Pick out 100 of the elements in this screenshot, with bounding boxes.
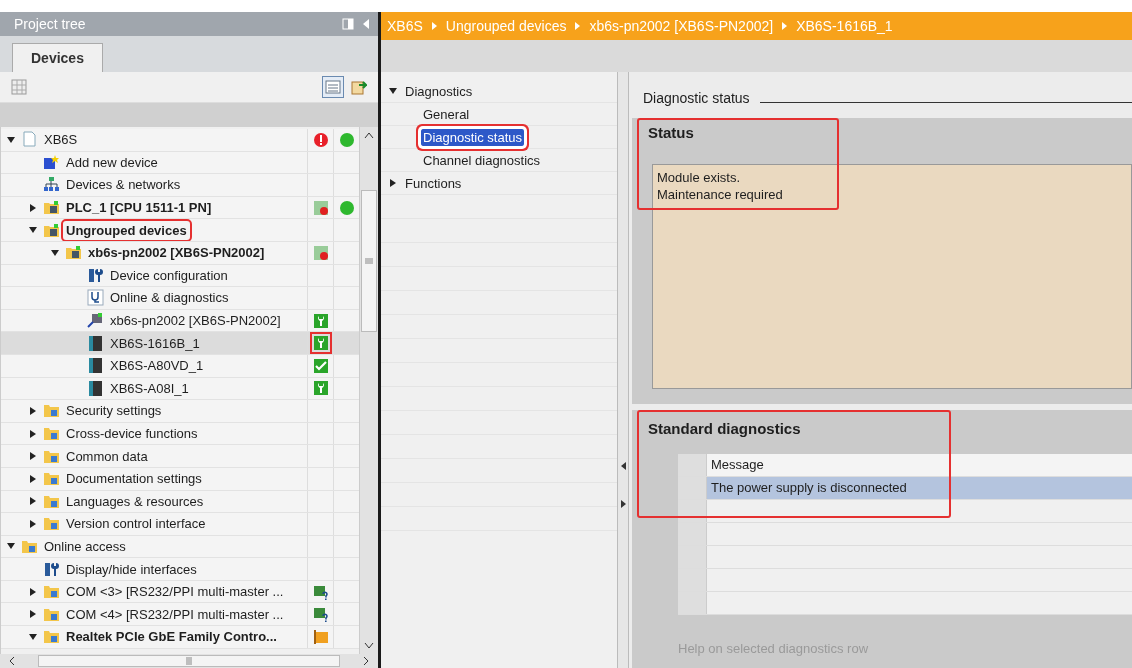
collapsed-arrow-icon[interactable] (29, 203, 37, 212)
tree-item[interactable]: COM <4> [RS232/PPI multi-master ... (1, 603, 359, 627)
scroll-left-icon (8, 656, 16, 666)
collapsed-arrow-icon[interactable] (29, 587, 37, 596)
tree-item-label: Common data (65, 447, 149, 465)
tree-item-label: XB6S (43, 131, 79, 149)
tree-item[interactable]: Display/hide interfaces (1, 558, 359, 581)
device-folder-icon (43, 221, 60, 239)
breadcrumb-arrow-icon (430, 22, 438, 30)
tree-item[interactable]: Online access (1, 535, 359, 559)
panel-heading: Standard diagnostics (648, 420, 802, 439)
tree-item[interactable]: Languages & resources (1, 490, 359, 514)
tree-item-label: Device configuration (109, 266, 229, 284)
fault-icon (312, 199, 329, 216)
table-grid-icon (10, 78, 28, 96)
tree-item[interactable]: XB6S-A08I_1 (1, 377, 359, 401)
tree-item-label: Realtek PCIe GbE Family Contro... (65, 628, 278, 646)
nav-item[interactable]: Diagnostics (403, 82, 475, 100)
expanded-arrow-icon[interactable] (389, 87, 397, 95)
horizontal-scrollbar[interactable] (0, 654, 378, 668)
module-icon (87, 379, 104, 397)
collapsed-arrow-icon[interactable] (389, 179, 397, 187)
device-star-icon (43, 153, 60, 171)
tree-item[interactable]: Common data (1, 445, 359, 468)
tree-item[interactable]: Documentation settings (1, 467, 359, 491)
collapsed-arrow-icon[interactable] (29, 406, 37, 415)
collapsed-arrow-icon[interactable] (29, 519, 37, 528)
status-text: Module exists. (657, 169, 742, 186)
tree-item-label: COM <3> [RS232/PPI multi-master ... (65, 583, 285, 601)
expanded-arrow-icon[interactable] (51, 248, 59, 257)
tree-item-label: Documentation settings (65, 470, 203, 488)
folder-icon (43, 628, 60, 646)
tree-item[interactable]: XB6S-A80VD_1 (1, 354, 359, 378)
nav-item[interactable]: General (421, 105, 472, 123)
expanded-arrow-icon[interactable] (29, 632, 37, 641)
tree-item[interactable]: Ungrouped devices (1, 219, 359, 242)
tree-item[interactable]: XB6S (1, 129, 359, 152)
splitter-handle[interactable] (617, 72, 629, 668)
breadcrumb-arrow-icon (574, 22, 582, 30)
expanded-arrow-icon[interactable] (7, 135, 15, 144)
stethoscope-icon (87, 289, 104, 307)
collapsed-arrow-icon[interactable] (29, 429, 37, 438)
expanded-arrow-icon[interactable] (7, 542, 15, 551)
tab[interactable]: Devices (12, 43, 103, 72)
grip-icon (365, 257, 373, 264)
tree-item[interactable]: PLC_1 [CPU 1511-1 PN] (1, 196, 359, 220)
folder-icon (43, 583, 60, 601)
tree-item[interactable]: xb6s-pn2002 [XB6S-PN2002] (1, 309, 359, 333)
station-icon (87, 312, 104, 330)
tree-item-label: COM <4> [RS232/PPI multi-master ... (65, 605, 285, 623)
list-view-icon (325, 79, 341, 95)
tree-item[interactable]: Add new device (1, 151, 359, 175)
tree-item-label: XB6S-1616B_1 (109, 334, 201, 352)
document-icon (21, 131, 38, 149)
tree-item-label: XB6S-A08I_1 (109, 379, 190, 397)
error-icon (312, 131, 329, 148)
tree-item-label: Ungrouped devices (64, 221, 189, 239)
network-card-icon (312, 583, 329, 600)
device-folder-icon (43, 199, 60, 217)
network-card-icon (312, 606, 329, 623)
grip-icon (186, 657, 192, 665)
folder-icon (43, 515, 60, 533)
tree-item[interactable]: Security settings (1, 400, 359, 423)
expanded-arrow-icon[interactable] (29, 226, 37, 235)
folder-icon (43, 402, 60, 420)
tree-item-label: Security settings (65, 402, 163, 420)
tree-item[interactable]: COM <3> [RS232/PPI multi-master ... (1, 580, 359, 604)
device-folder-icon (65, 244, 82, 262)
online-dot-icon (338, 131, 355, 148)
tree-item[interactable]: Realtek PCIe GbE Family Contro... (1, 626, 359, 649)
tree-item[interactable]: Devices & networks (1, 174, 359, 197)
wrench-icon (43, 560, 60, 578)
collapsed-arrow-icon[interactable] (29, 497, 37, 506)
folder-icon (43, 470, 60, 488)
tree-item[interactable]: Online & diagnostics (1, 287, 359, 310)
tree-item-label: Add new device (65, 153, 159, 171)
nav-item[interactable]: Functions (403, 174, 464, 192)
wrench-status-icon (312, 380, 329, 397)
collapsed-arrow-icon[interactable] (29, 610, 37, 619)
tree-item-label: XB6S-A80VD_1 (109, 357, 205, 375)
online-dot-icon (338, 199, 355, 216)
tree-item[interactable]: Cross-device functions (1, 422, 359, 446)
collapsed-arrow-icon[interactable] (29, 452, 37, 461)
folder-icon (43, 425, 60, 442)
table-cell[interactable]: The power supply is disconnected (707, 477, 1132, 499)
view-button[interactable] (322, 76, 344, 98)
tree-item[interactable]: Version control interface (1, 513, 359, 536)
vertical-scrollbar[interactable] (359, 127, 378, 654)
panel-title: Project tree (14, 16, 86, 32)
collapse-arrow-icon (362, 18, 370, 30)
tree-item[interactable]: xb6s-pn2002 [XB6S-PN2002] (1, 241, 359, 265)
nav-item[interactable]: Channel diagnostics (421, 151, 543, 169)
scroll-up-icon (364, 131, 374, 139)
scroll-down-icon (364, 642, 374, 650)
tree-item-label: xb6s-pn2002 [XB6S-PN2002] (109, 312, 282, 330)
tree-item[interactable]: XB6S-1616B_1 (1, 332, 359, 355)
tree-item-label: PLC_1 [CPU 1511-1 PN] (65, 199, 213, 217)
layout-icon (342, 18, 354, 30)
collapsed-arrow-icon[interactable] (29, 474, 37, 483)
tree-item[interactable]: Device configuration (1, 264, 359, 288)
